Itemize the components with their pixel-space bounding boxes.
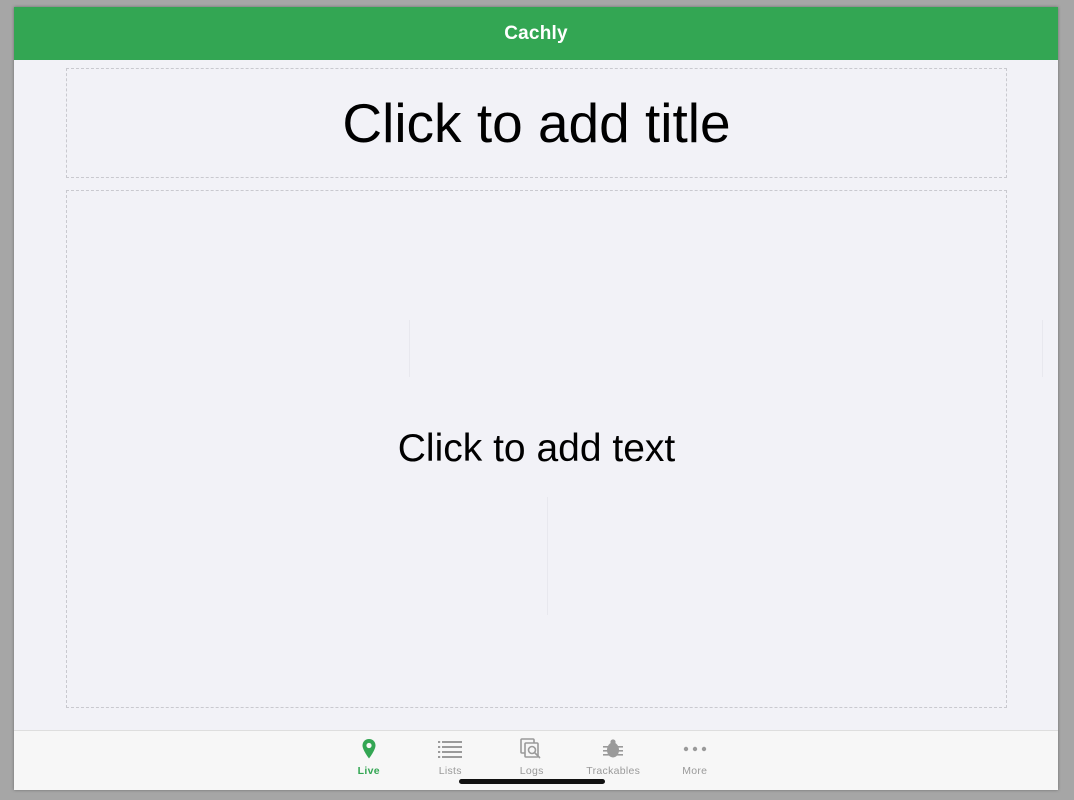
tab-label: Lists xyxy=(438,765,462,777)
more-dots-icon xyxy=(682,737,708,761)
app-title: Cachly xyxy=(504,22,568,44)
map-pin-icon xyxy=(356,737,382,761)
tab-label: Trackables xyxy=(586,765,641,777)
list-icon xyxy=(437,737,463,761)
title-placeholder-text: Click to add title xyxy=(342,92,731,154)
tab-logs[interactable]: Logs xyxy=(491,731,573,785)
divider xyxy=(409,320,410,377)
tab-lists[interactable]: Lists xyxy=(410,731,492,785)
divider xyxy=(1042,320,1043,377)
logs-icon xyxy=(519,737,545,761)
text-placeholder[interactable]: Click to add text xyxy=(66,190,1007,708)
tab-label: Logs xyxy=(519,765,544,777)
title-placeholder[interactable]: Click to add title xyxy=(66,68,1007,178)
trackable-bug-icon xyxy=(600,737,626,761)
tab-label: Live xyxy=(357,765,380,777)
divider xyxy=(547,497,548,615)
tab-bar: Live Lists Logs Trackables More xyxy=(14,730,1058,790)
navigation-bar: Cachly xyxy=(14,7,1058,60)
tab-label: More xyxy=(682,765,708,777)
text-placeholder-text: Click to add text xyxy=(397,427,676,470)
home-indicator[interactable] xyxy=(459,779,605,784)
app-window: Cachly Click to add title Click to add t… xyxy=(14,7,1058,790)
tab-live[interactable]: Live xyxy=(328,731,410,785)
tab-more[interactable]: More xyxy=(654,731,736,785)
tab-trackables[interactable]: Trackables xyxy=(573,731,655,785)
